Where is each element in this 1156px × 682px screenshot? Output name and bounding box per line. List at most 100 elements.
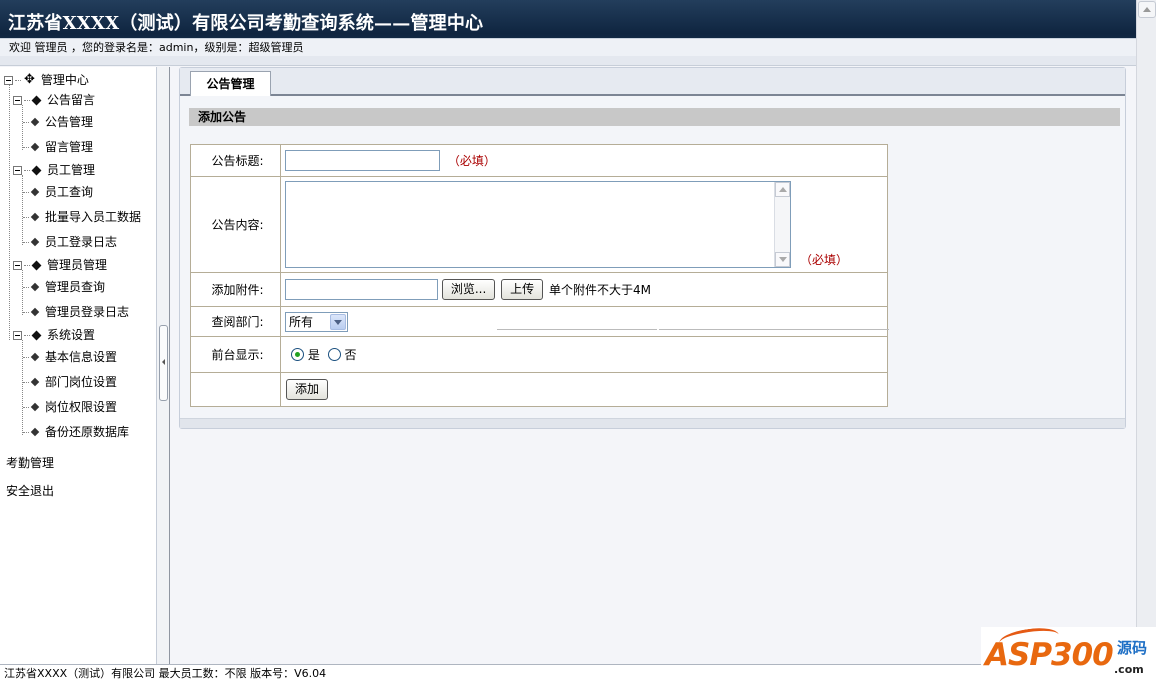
menu-item-basic-info[interactable]: 基本信息设置 — [23, 347, 117, 367]
menu-item-dept-position[interactable]: 部门岗位设置 — [23, 372, 117, 392]
item-diamond-icon — [30, 187, 40, 197]
tree-connector — [23, 146, 29, 148]
logo-domain: .com — [1114, 663, 1144, 676]
tree-connector — [23, 121, 29, 123]
menu-item-notice-manage[interactable]: 公告管理 — [23, 112, 93, 132]
item-diamond-icon — [30, 237, 40, 247]
tree-connector — [23, 406, 29, 408]
sidebar-splitter[interactable] — [157, 67, 170, 664]
attachment-file-input[interactable] — [285, 279, 438, 300]
menu-item-label: 员工登录日志 — [45, 235, 118, 249]
radio-yes[interactable] — [291, 348, 304, 361]
scroll-down-icon[interactable] — [775, 252, 790, 267]
tree-connector — [23, 216, 29, 218]
welcome-bar: 欢迎 管理员 ，您的登录名是：admin，级别是：超级管理员 — [0, 38, 1136, 56]
menu-item-admin-log[interactable]: 管理员登录日志 — [23, 302, 129, 322]
attachment-label: 添加附件: — [190, 272, 281, 307]
item-diamond-icon — [30, 117, 40, 127]
menu-item-label: 员工查询 — [45, 185, 94, 199]
menu-item-label: 基本信息设置 — [45, 350, 118, 364]
divider — [659, 329, 889, 330]
tree-connector — [23, 381, 29, 383]
dept-select[interactable]: 所有 — [285, 311, 348, 332]
radio-no-label: 否 — [344, 348, 357, 362]
folder-diamond-icon — [31, 95, 42, 105]
tree-connector — [24, 264, 30, 266]
menu-link-attendance[interactable]: 考勤管理 — [6, 454, 54, 471]
collapse-icon[interactable] — [13, 330, 22, 340]
upload-button[interactable]: 上传 — [501, 279, 544, 300]
frontend-label: 前台显示: — [190, 336, 281, 373]
asp300-watermark-logo: ASP300 源码 .com — [981, 624, 1156, 682]
app-title: 江苏省XXXX（测试）有限公司考勤查询系统——管理中心 — [8, 13, 484, 34]
tree-connector — [23, 356, 29, 358]
browse-button[interactable]: 浏览... — [441, 279, 496, 300]
chevron-down-icon[interactable] — [330, 313, 346, 330]
collapse-icon[interactable] — [13, 165, 22, 175]
menu-item-message-manage[interactable]: 留言管理 — [23, 137, 93, 157]
attachment-note: 单个附件不大于4M — [548, 283, 651, 297]
folder-diamond-icon — [31, 330, 42, 340]
menu-item-backup-restore[interactable]: 备份还原数据库 — [23, 422, 129, 442]
tab-notice-manage[interactable]: 公告管理 — [190, 71, 271, 96]
logo-brand-cn: 源码 — [1117, 639, 1148, 657]
folder-diamond-icon — [31, 260, 42, 270]
radio-no[interactable] — [327, 348, 341, 361]
sidebar: ✥ 管理中心 公告留言 公告管理 留言管理 员工管理 员工查询 批量导入员工数据 — [0, 67, 157, 664]
menu-item-label: 留言管理 — [45, 140, 94, 154]
add-notice-form: 公告标题: （必填） 公告内容: （必填） 添加附件: 浏览... 上传 单个附… — [190, 144, 889, 407]
item-diamond-icon — [30, 352, 40, 362]
tree-connector — [23, 311, 29, 313]
title-label: 公告标题: — [190, 144, 281, 177]
add-submit-button[interactable]: 添加 — [286, 379, 329, 400]
item-diamond-icon — [30, 212, 40, 222]
window-scrollbar[interactable] — [1136, 0, 1156, 666]
tree-connector — [23, 431, 29, 433]
collapse-icon[interactable] — [4, 75, 13, 85]
menu-link-logout[interactable]: 安全退出 — [6, 482, 54, 499]
radio-yes-label: 是 — [307, 348, 320, 362]
notice-title-input[interactable] — [285, 150, 440, 171]
item-diamond-icon — [30, 142, 40, 152]
menu-item-position-permission[interactable]: 岗位权限设置 — [23, 397, 117, 417]
menu-group-label: 管理员管理 — [47, 258, 108, 272]
menu-item-label: 备份还原数据库 — [45, 425, 130, 439]
collapse-sidebar-handle[interactable] — [159, 325, 168, 401]
menu-item-label: 管理员登录日志 — [45, 305, 130, 319]
required-hint: （必填） — [447, 154, 496, 168]
menu-group-notice[interactable]: 公告留言 — [13, 90, 95, 110]
dept-selected-value: 所有 — [289, 314, 314, 329]
folder-diamond-icon — [31, 165, 42, 175]
menu-item-employee-query[interactable]: 员工查询 — [23, 182, 93, 202]
menu-item-label: 部门岗位设置 — [45, 375, 118, 389]
tree-connector — [23, 241, 29, 243]
collapse-icon[interactable] — [13, 260, 22, 270]
tree-connector — [23, 286, 29, 288]
required-hint: （必填） — [800, 253, 849, 267]
header-separator — [0, 56, 1136, 66]
menu-group-label: 系统设置 — [47, 328, 96, 342]
menu-group-settings[interactable]: 系统设置 — [13, 325, 95, 345]
tree-root-label: 管理中心 — [40, 73, 89, 87]
menu-group-label: 公告留言 — [47, 93, 96, 107]
scroll-up-button[interactable] — [1138, 1, 1156, 18]
dept-label: 查阅部门: — [190, 306, 281, 337]
menu-item-admin-query[interactable]: 管理员查询 — [23, 277, 105, 297]
menu-item-employee-log[interactable]: 员工登录日志 — [23, 232, 117, 252]
notice-content-textarea[interactable] — [285, 181, 791, 268]
tree-root[interactable]: ✥ 管理中心 — [4, 70, 89, 90]
item-diamond-icon — [30, 282, 40, 292]
menu-group-admin[interactable]: 管理员管理 — [13, 255, 107, 275]
tree-line — [9, 85, 10, 340]
textarea-scrollbar[interactable] — [774, 182, 790, 267]
menu-item-label: 岗位权限设置 — [45, 400, 118, 414]
section-title: 添加公告 — [189, 108, 1120, 126]
scroll-up-icon[interactable] — [775, 182, 790, 197]
tree-connector — [24, 99, 30, 101]
menu-item-employee-import[interactable]: 批量导入员工数据 — [23, 207, 141, 227]
item-diamond-icon — [30, 377, 40, 387]
collapse-icon[interactable] — [13, 95, 22, 105]
main-panel: 公告管理 添加公告 公告标题: （必填） 公告内容: （必填） 添加附件: 浏览… — [179, 67, 1126, 429]
menu-group-label: 员工管理 — [47, 163, 96, 177]
menu-group-employee[interactable]: 员工管理 — [13, 160, 95, 180]
